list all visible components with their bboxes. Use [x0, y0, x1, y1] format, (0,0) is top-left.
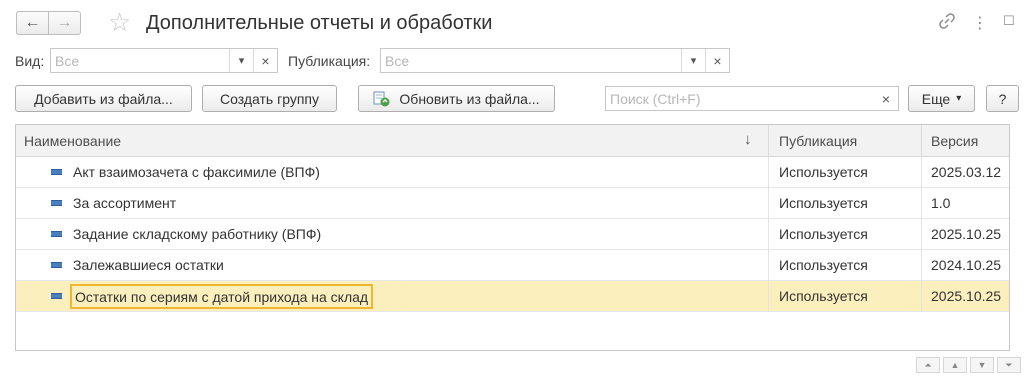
table-row[interactable]: За ассортимент Используется 1.0 — [16, 188, 1009, 219]
arrow-left-icon: ← — [24, 14, 41, 31]
page-title: Дополнительные отчеты и обработки — [146, 12, 493, 34]
more-label: Еще — [921, 90, 951, 107]
clear-search-icon[interactable]: × — [874, 87, 898, 110]
row-name: Акт взаимозачета с факсимиле (ВПФ) — [73, 164, 320, 180]
clear-icon[interactable]: × — [253, 49, 277, 72]
cell-divider — [921, 188, 922, 219]
row-version: 2025.10.25 — [931, 288, 1002, 304]
update-file-icon — [373, 91, 391, 107]
chevron-down-icon: ▾ — [956, 93, 962, 104]
row-version: 2025.03.12 — [931, 164, 1002, 180]
row-name: Залежавшиеся остатки — [73, 257, 224, 273]
cell-divider — [768, 281, 769, 312]
row-name-focused-cell[interactable]: Остатки по сериям с датой прихода на скл… — [70, 284, 374, 309]
back-button[interactable]: ← — [16, 11, 49, 35]
update-from-file-label: Обновить из файла... — [399, 90, 540, 107]
table-row[interactable]: Акт взаимозачета с факсимиле (ВПФ) Испол… — [16, 157, 1009, 188]
help-button[interactable]: ? — [986, 85, 1019, 112]
report-item-icon — [51, 231, 62, 237]
scroll-down-button[interactable]: ▼ — [970, 357, 994, 373]
restore-window-icon[interactable]: ☐ — [1003, 13, 1015, 29]
search-input[interactable]: Поиск (Ctrl+F) × — [605, 86, 899, 111]
cell-divider — [768, 157, 769, 188]
table-row[interactable]: Залежавшиеся остатки Используется 2024.1… — [16, 250, 1009, 281]
more-menu-icon[interactable]: ⋮ — [972, 13, 988, 33]
add-from-file-button[interactable]: Добавить из файла... — [15, 85, 192, 112]
reports-table[interactable]: Наименование ↓ Публикация Версия Акт вза… — [15, 124, 1010, 351]
search-placeholder: Поиск (Ctrl+F) — [610, 91, 701, 107]
publication-select[interactable]: Все ▾ × — [380, 48, 730, 73]
column-header-name[interactable]: Наименование — [24, 133, 121, 149]
column-divider[interactable] — [921, 125, 922, 157]
view-label: Вид: — [15, 53, 45, 69]
row-publication: Используется — [779, 226, 868, 242]
view-select-value: Все — [55, 53, 80, 69]
favorite-star-icon[interactable]: ☆ — [108, 9, 131, 35]
row-publication: Используется — [779, 257, 868, 273]
row-publication: Используется — [779, 288, 868, 304]
table-row-selected[interactable]: Остатки по сериям с датой прихода на скл… — [16, 281, 1009, 312]
column-divider[interactable] — [768, 125, 769, 157]
more-button[interactable]: Еще ▾ — [908, 85, 975, 112]
cell-divider — [921, 281, 922, 312]
row-publication: Используется — [779, 164, 868, 180]
create-group-button[interactable]: Создать группу — [202, 85, 337, 112]
column-header-version[interactable]: Версия — [931, 133, 978, 149]
link-icon-glyph — [939, 13, 955, 29]
update-from-file-button[interactable]: Обновить из файла... — [358, 85, 555, 112]
forward-button[interactable]: → — [48, 11, 81, 35]
chevron-down-icon[interactable]: ▾ — [229, 49, 253, 72]
arrow-right-icon: → — [56, 14, 73, 31]
report-item-icon — [51, 169, 62, 175]
cell-divider — [921, 250, 922, 281]
link-icon[interactable] — [938, 12, 956, 35]
row-version: 2024.10.25 — [931, 257, 1002, 273]
report-item-icon — [51, 200, 62, 206]
scroll-last-button[interactable]: ⏷ — [997, 357, 1021, 373]
row-version: 1.0 — [931, 195, 951, 211]
cell-divider — [921, 219, 922, 250]
row-name: Задание складскому работнику (ВПФ) — [73, 226, 322, 242]
view-select[interactable]: Все ▾ × — [50, 48, 278, 73]
sort-arrow-icon[interactable]: ↓ — [744, 131, 752, 148]
scroll-up-button[interactable]: ▲ — [943, 357, 967, 373]
cell-divider — [768, 250, 769, 281]
column-header-publication[interactable]: Публикация — [779, 133, 857, 149]
row-publication: Используется — [779, 195, 868, 211]
publication-label: Публикация: — [288, 53, 371, 69]
table-row[interactable]: Задание складскому работнику (ВПФ) Испол… — [16, 219, 1009, 250]
report-item-icon — [51, 293, 62, 299]
publication-select-value: Все — [385, 53, 410, 69]
row-version: 2025.10.25 — [931, 226, 1002, 242]
clear-icon[interactable]: × — [705, 49, 729, 72]
cell-divider — [768, 188, 769, 219]
cell-divider — [768, 219, 769, 250]
chevron-down-icon[interactable]: ▾ — [681, 49, 705, 72]
scroll-first-button[interactable]: ⏶ — [916, 357, 940, 373]
report-item-icon — [51, 262, 62, 268]
row-name: За ассортимент — [73, 195, 177, 211]
table-header: Наименование ↓ Публикация Версия — [16, 125, 1009, 157]
cell-divider — [921, 157, 922, 188]
